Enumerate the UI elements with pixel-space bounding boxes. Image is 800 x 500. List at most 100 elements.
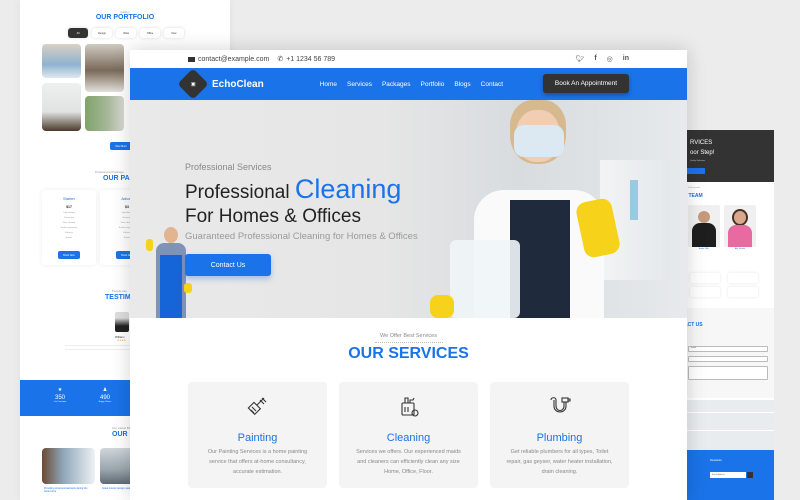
portfolio-image[interactable] — [85, 44, 124, 92]
logo-icon: ▣ — [177, 68, 209, 100]
service-title: Painting — [237, 432, 278, 444]
topbar-email[interactable]: contact@example.com — [188, 56, 269, 63]
client-logo — [728, 273, 758, 283]
facebook-icon[interactable]: f — [594, 55, 596, 63]
services-title: OUR SERVICES — [348, 345, 469, 362]
hero-tagline: Guaranteed Professional Cleaning for Hom… — [185, 231, 418, 242]
client-logo — [728, 287, 758, 297]
filter-all[interactable]: All — [68, 28, 88, 38]
star-icon: ★ — [57, 387, 63, 393]
nav-portfolio[interactable]: Portfolio — [421, 81, 445, 88]
client-logo — [690, 273, 720, 283]
name-field[interactable] — [688, 356, 768, 362]
package-feature: Vacuuming — [64, 217, 74, 219]
team-member-name: Ally Jonson — [734, 248, 746, 250]
cleaning-supplies-icon — [397, 394, 421, 418]
stat-clients: ♟ 490 Happy Clients — [85, 387, 125, 403]
message-field[interactable] — [688, 366, 768, 380]
users-icon: ♟ — [102, 387, 108, 393]
nav-blogs[interactable]: Blogs — [454, 81, 470, 88]
newsletter-input[interactable]: Email Address — [710, 472, 746, 478]
portfolio-filters: All Design Villas Office New — [68, 28, 184, 38]
stat-customers: ★ 350 Our Customer — [40, 387, 80, 403]
service-card-painting[interactable]: Painting Our Painting Services is a home… — [188, 382, 327, 488]
divider — [375, 342, 443, 343]
package-name: Starter — [62, 196, 75, 201]
team-member-photo — [724, 205, 756, 247]
services-subtitle: We Offer Best Services — [380, 333, 437, 339]
service-card-plumbing[interactable]: Plumbing Get reliable plumbers for all t… — [490, 382, 629, 488]
view-more-button[interactable]: View More — [110, 142, 132, 150]
nav-services[interactable]: Services — [347, 81, 372, 88]
testimonial-text — [65, 345, 135, 350]
testimonial-avatar — [115, 312, 129, 332]
right-hero-line: oor Step! — [690, 150, 715, 156]
paint-brush-icon — [246, 394, 270, 418]
package-feature: Rooms — [65, 237, 73, 239]
blog-caption[interactable]: Providing structural warrants during the… — [44, 487, 94, 494]
service-title: Plumbing — [536, 432, 583, 444]
hero-title-text: Professional — [185, 182, 290, 203]
phone-icon: ✆ — [277, 56, 284, 63]
hero-subtitle: Professional Services — [185, 162, 272, 172]
pipe-icon — [548, 394, 572, 418]
social-links: 🐦︎ f ◎ in — [575, 55, 629, 63]
phone-text[interactable]: +1 1234 56 789 — [286, 56, 335, 63]
topbar-phone[interactable]: ✆ +1 1234 56 789 — [277, 55, 335, 64]
portfolio-image[interactable] — [85, 96, 124, 131]
portfolio-image[interactable] — [42, 83, 81, 131]
filter-new[interactable]: New — [164, 28, 184, 38]
right-hero-line: Quality Solutions — [690, 160, 706, 162]
nav-packages[interactable]: Packages — [382, 81, 411, 88]
instagram-icon[interactable]: ◎ — [607, 55, 613, 63]
filter-office[interactable]: Office — [140, 28, 160, 38]
stat-label: Our Customer — [53, 401, 67, 403]
right-hero-button[interactable] — [685, 168, 705, 174]
hero-title-accent: Cleaning — [294, 174, 402, 204]
rating-stars: ★★★★ — [117, 339, 126, 342]
filter-villas[interactable]: Villas — [116, 28, 136, 38]
package-feature: Light dusting — [63, 212, 75, 214]
hero-woman-figure — [410, 100, 640, 318]
nav-links: Home Services Packages Portfolio Blogs C… — [320, 81, 503, 88]
twitter-icon[interactable]: 🐦︎ — [575, 55, 584, 63]
package-feature: Surface inspection — [60, 227, 78, 229]
envelope-icon — [188, 56, 195, 62]
newsletter-title: Newsletter — [710, 459, 722, 462]
book-now-button[interactable]: Book Now — [58, 251, 80, 259]
filter-design[interactable]: Design — [92, 28, 112, 38]
email-text[interactable]: contact@example.com — [198, 56, 269, 63]
hero-title: Professional Cleaning — [185, 174, 401, 205]
nav-home[interactable]: Home — [320, 81, 337, 88]
linkedin-icon[interactable]: in — [623, 55, 629, 63]
service-title: Cleaning — [386, 432, 431, 444]
service-description: Get reliable plumbers for all types, Toi… — [506, 449, 613, 475]
package-feature: Floor cleaning — [62, 222, 76, 224]
main-page: contact@example.com ✆ +1 1234 56 789 🐦︎ … — [130, 50, 687, 500]
email-field[interactable]: Email — [688, 346, 768, 352]
hero-title-line2: For Homes & Offices — [185, 206, 361, 227]
team-member-photo — [688, 205, 720, 247]
top-contact-bar: contact@example.com ✆ +1 1234 56 789 🐦︎ … — [130, 50, 687, 68]
brand-name: EchoClean — [212, 78, 264, 90]
book-appointment-button[interactable]: Book An Appointment — [543, 74, 629, 93]
main-navbar: ▣ EchoClean Home Services Packages Portf… — [130, 68, 687, 100]
service-card-cleaning[interactable]: Cleaning Services we offers. Our experie… — [339, 382, 478, 488]
portfolio-title: OUR PORTFOLIO — [95, 14, 155, 21]
nav-contact[interactable]: Contact — [481, 81, 503, 88]
right-hero-line: RVICES — [690, 140, 713, 146]
team-subtitle: Professionals — [688, 187, 701, 189]
stat-label: Happy Clients — [98, 401, 112, 403]
service-description: Our Painting Services is a home painting… — [207, 449, 308, 475]
contact-us-button[interactable]: Contact Us — [185, 254, 271, 276]
brand-logo[interactable]: ▣ EchoClean — [177, 68, 264, 100]
package-feature: Kitchens — [65, 232, 73, 234]
blog-image[interactable] — [42, 448, 95, 484]
package-card: Starter $17 Light dusting Vacuuming Floo… — [42, 190, 96, 265]
team-member-name: Andre Wills — [698, 248, 710, 250]
portfolio-image[interactable] — [42, 44, 81, 78]
service-description: Services we offers. Our experienced maid… — [356, 449, 461, 475]
newsletter-submit-button[interactable] — [747, 472, 753, 478]
package-price: $17 — [66, 205, 72, 209]
client-logo — [690, 287, 720, 297]
